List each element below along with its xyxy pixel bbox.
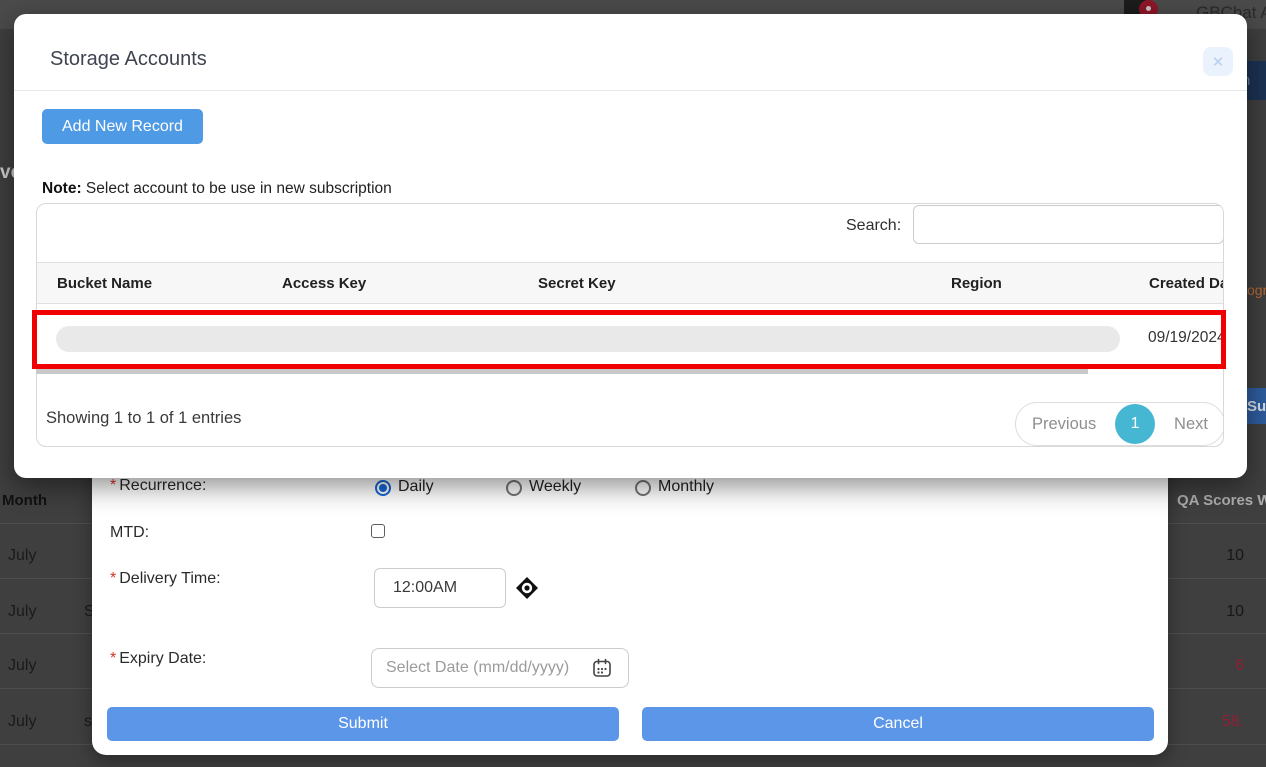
expiry-date-label: *Expiry Date: [110,650,206,668]
required-asterisk: * [110,650,116,667]
required-asterisk: * [110,477,116,494]
background-link-fragment: ogr [1247,282,1266,298]
modal-title: Storage Accounts [50,48,207,71]
background-submit-fragment: Su [1245,388,1266,424]
radio-weekly-label[interactable]: Weekly [529,478,581,496]
radio-daily-label[interactable]: Daily [398,478,434,496]
column-region[interactable]: Region [951,275,1002,292]
calendar-icon[interactable] [592,658,612,678]
column-bucket-name[interactable]: Bucket Name [57,275,152,292]
radio-monthly[interactable] [635,480,651,496]
showing-entries-text: Showing 1 to 1 of 1 entries [46,409,241,428]
column-access-key[interactable]: Access Key [282,275,366,292]
cancel-button[interactable]: Cancel [642,707,1154,741]
storage-accounts-modal: Storage Accounts ✕ Add New Record Note: … [14,14,1247,478]
divider [14,90,1247,91]
column-secret-key[interactable]: Secret Key [538,275,616,292]
search-label: Search: [846,217,901,235]
delivery-time-input[interactable] [374,568,506,608]
search-input[interactable] [913,205,1224,244]
page-1-button[interactable]: 1 [1115,404,1155,444]
timepicker-crosshair-icon[interactable] [515,576,539,600]
note-text: Note: Select account to be use in new su… [42,180,392,198]
highlight-shadow [36,369,1088,374]
pagination: Previous 1 Next [1015,402,1224,446]
recurrence-label: *Recurrence: [110,477,206,495]
radio-weekly[interactable] [506,480,522,496]
column-created-date[interactable]: Created Date [1149,275,1224,292]
background-col-month: Month [2,492,47,509]
mtd-checkbox[interactable] [371,524,385,538]
previous-page-button[interactable]: Previous [1032,415,1096,434]
screen: GBChat Ac ve n ogr Su Month QA Scores W … [0,0,1266,767]
delivery-time-label: *Delivery Time: [110,570,221,588]
close-icon[interactable]: ✕ [1203,47,1233,76]
required-asterisk: * [110,570,116,587]
next-page-button[interactable]: Next [1174,415,1208,434]
subscription-form-modal: *Recurrence: Daily Weekly Monthly MTD: *… [92,440,1168,755]
background-col-qa-scores: QA Scores W [1177,492,1266,509]
created-date-cell: 09/19/2024 [1148,329,1226,347]
radio-monthly-label[interactable]: Monthly [658,478,714,496]
radio-daily[interactable] [375,480,391,496]
highlighted-account-row[interactable]: 09/19/2024 [32,310,1226,369]
redacted-account-pill [56,326,1120,352]
add-new-record-button[interactable]: Add New Record [42,109,203,144]
table-header-row: Bucket Name Access Key Secret Key Region… [37,262,1223,304]
mtd-label: MTD: [110,524,149,542]
expiry-date-input[interactable] [371,648,629,688]
submit-button[interactable]: Submit [107,707,619,741]
